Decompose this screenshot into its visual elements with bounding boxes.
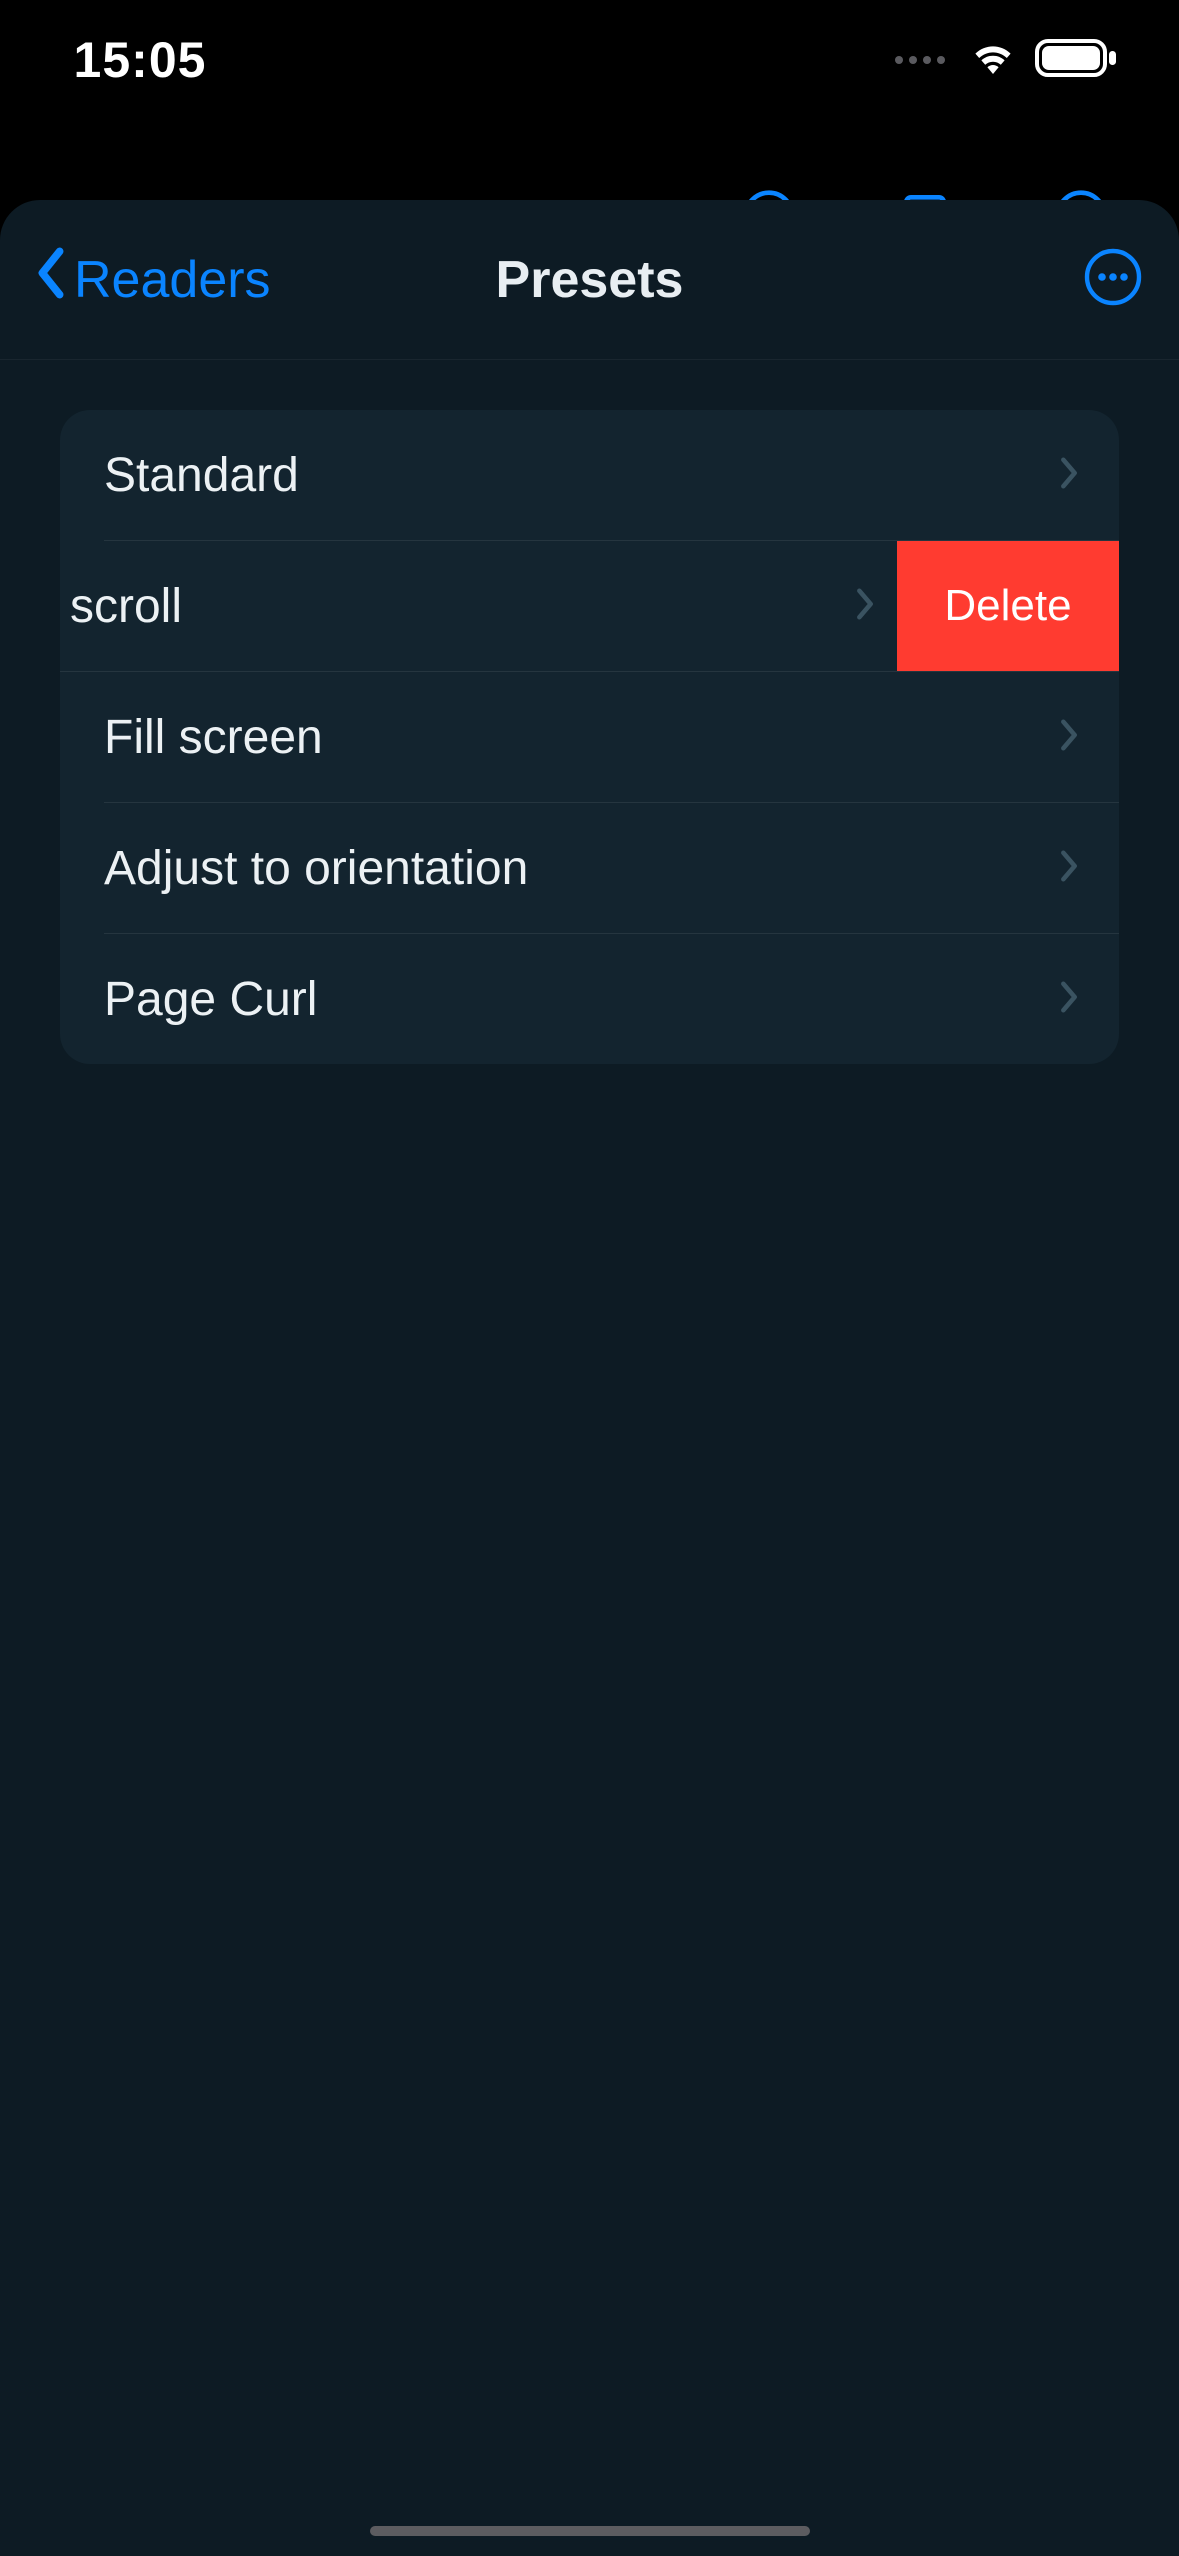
preset-label: Adjust to orientation — [104, 841, 528, 896]
back-button[interactable]: Readers — [34, 247, 271, 312]
status-bar: 15:05 — [0, 0, 1179, 120]
list-item[interactable]: Fill screen — [60, 672, 1119, 802]
preset-label: Standard — [104, 448, 299, 503]
back-label: Readers — [74, 250, 271, 310]
status-indicators — [895, 38, 1119, 83]
list-item[interactable]: Standard — [60, 410, 1119, 540]
delete-label: Delete — [944, 581, 1071, 631]
chevron-right-icon — [855, 587, 875, 626]
preset-label: Page Curl — [104, 972, 317, 1027]
battery-icon — [1035, 38, 1119, 83]
wifi-icon — [969, 40, 1017, 81]
sim-indicator — [895, 56, 945, 64]
chevron-left-icon — [34, 247, 68, 312]
list-item[interactable]: Adjust to orientation — [60, 803, 1119, 933]
chevron-right-icon — [1059, 456, 1079, 495]
chevron-right-icon — [1059, 718, 1079, 757]
preset-label: scroll — [70, 579, 182, 634]
delete-button[interactable]: Delete — [897, 541, 1119, 671]
presets-sheet: Readers Presets Standard — [0, 200, 1179, 2556]
chevron-right-icon — [1059, 849, 1079, 888]
list-item[interactable]: Page Curl — [60, 934, 1119, 1064]
chevron-right-icon — [1059, 980, 1079, 1019]
presets-list: Standard scroll Delete Fill screen — [60, 410, 1119, 1064]
preset-label: Fill screen — [104, 710, 323, 765]
nav-header: Readers Presets — [0, 200, 1179, 360]
more-button[interactable] — [1081, 248, 1145, 312]
home-indicator[interactable] — [370, 2526, 810, 2536]
page-title: Presets — [496, 250, 684, 310]
status-time: 15:05 — [0, 31, 280, 89]
more-icon — [1083, 247, 1143, 312]
list-item[interactable]: scroll Delete — [60, 541, 1119, 671]
